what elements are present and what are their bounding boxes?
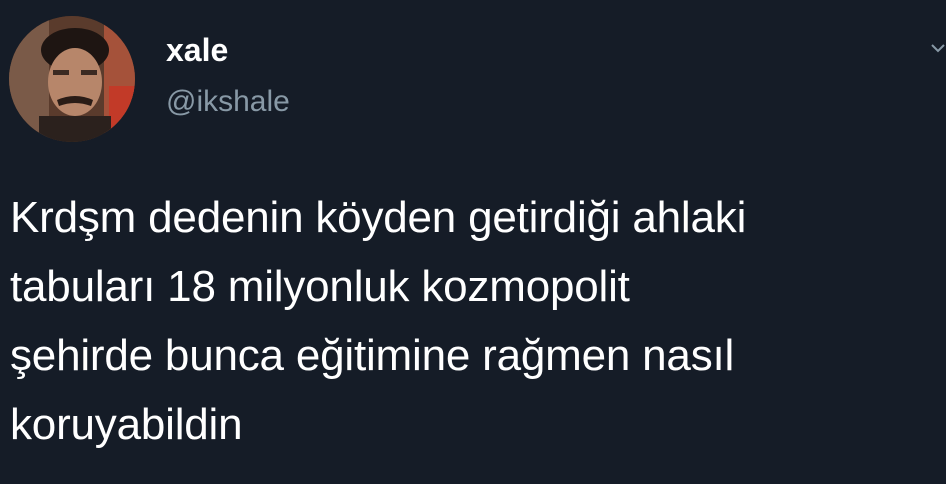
chevron-down-icon[interactable] <box>930 40 946 56</box>
tweet-text: Krdşm dedenin köyden getirdiği ahlaki ta… <box>10 193 747 449</box>
profile-photo-icon <box>9 16 135 142</box>
user-handle[interactable]: @ikshale <box>166 87 290 117</box>
tweet-card: xale @ikshale Krdşm dedenin köyden getir… <box>0 0 946 484</box>
display-name[interactable]: xale <box>166 34 228 66</box>
avatar[interactable] <box>9 16 135 142</box>
